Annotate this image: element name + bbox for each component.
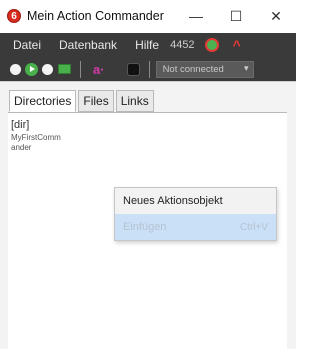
menu-item-neues-aktionsobjekt[interactable]: Neues Aktionsobjekt <box>115 188 276 214</box>
tab-directories[interactable]: Directories <box>9 90 77 112</box>
database-icon[interactable] <box>126 62 140 76</box>
menu-item-label: Einfügen <box>123 221 167 233</box>
record-icon[interactable] <box>10 63 21 75</box>
status-number: 4452 <box>170 39 195 51</box>
window-controls: — ☐ ✕ <box>176 0 296 32</box>
tab-bar: Directories Files Links <box>9 90 156 112</box>
toolbar-separator <box>148 60 150 78</box>
close-button[interactable]: ✕ <box>256 0 296 32</box>
title-bar: 6 Mein Action Commander — ☐ ✕ <box>0 0 296 32</box>
toolbar: a· Not connected <box>0 57 296 81</box>
directory-tag: [dir] <box>11 119 30 131</box>
menu-datenbank[interactable]: Datenbank <box>50 38 126 52</box>
maximize-button[interactable]: ☐ <box>216 0 256 32</box>
context-menu: Neues Aktionsobjekt Einfügen Ctrl+V <box>114 187 277 241</box>
connection-select[interactable]: Not connected <box>155 60 254 78</box>
menu-hilfe[interactable]: Hilfe <box>126 38 168 52</box>
screen-icon[interactable] <box>58 64 71 74</box>
toolbar-separator <box>80 60 81 78</box>
menu-item-label: Neues Aktionsobjekt <box>123 195 223 207</box>
window-title: Mein Action Commander <box>27 9 164 23</box>
directory-name: MyFirstCommander <box>11 133 61 152</box>
play-icon[interactable] <box>25 62 38 76</box>
caret-up-icon[interactable]: ^ <box>233 37 241 53</box>
minimize-button[interactable]: — <box>176 0 216 32</box>
stop-icon[interactable] <box>42 63 53 75</box>
menu-item-einfuegen[interactable]: Einfügen Ctrl+V <box>115 214 276 240</box>
bug-status-icon[interactable] <box>204 38 219 52</box>
directory-item[interactable]: [dir] MyFirstCommander <box>11 119 68 181</box>
app-logo-icon: 6 <box>7 9 21 23</box>
tab-files[interactable]: Files <box>78 90 114 112</box>
assistant-icon[interactable]: a· <box>93 62 105 77</box>
menu-datei[interactable]: Datei <box>0 38 50 52</box>
menu-item-shortcut: Ctrl+V <box>239 221 268 233</box>
tab-links[interactable]: Links <box>115 90 154 112</box>
menu-bar: Datei Datenbank Hilfe 4452 ^ <box>0 33 296 57</box>
